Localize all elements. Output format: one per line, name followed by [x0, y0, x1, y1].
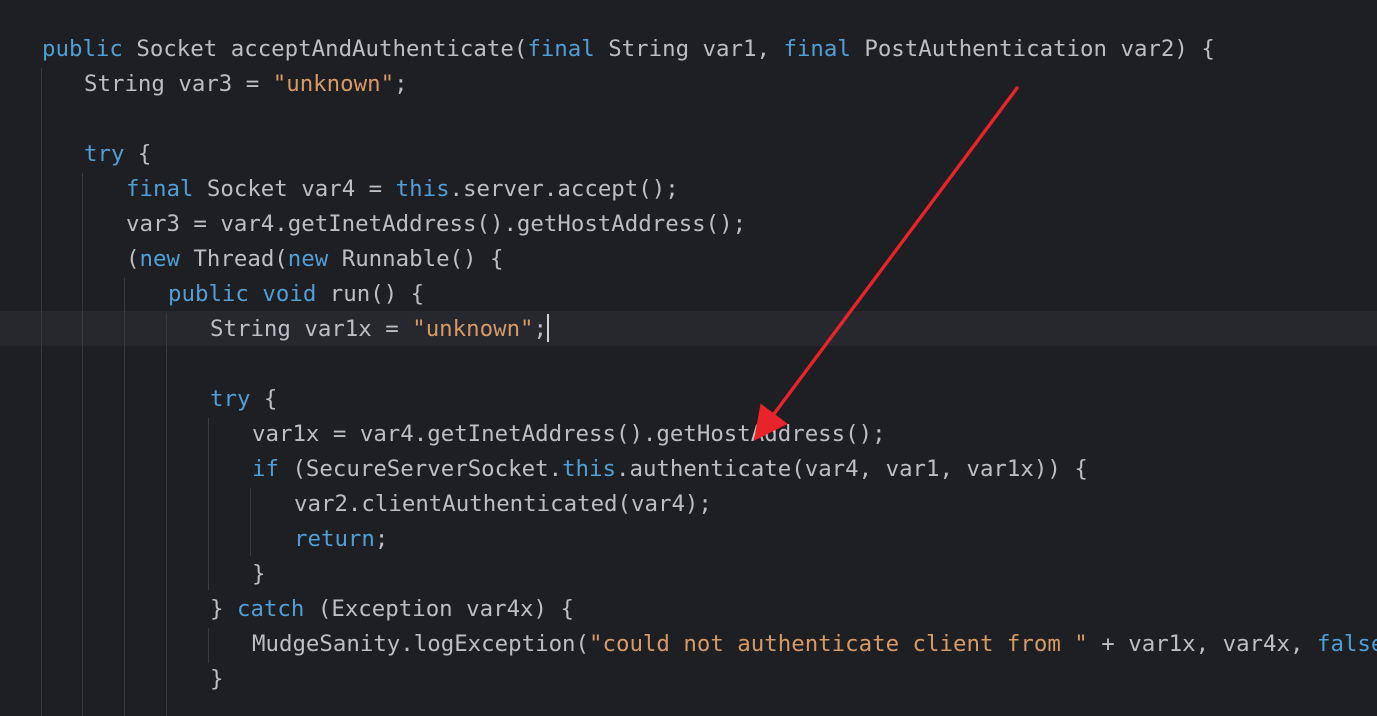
code-editor[interactable]: public Socket acceptAndAuthenticate(fina… — [0, 0, 1377, 716]
annotation-arrow — [753, 86, 1019, 441]
